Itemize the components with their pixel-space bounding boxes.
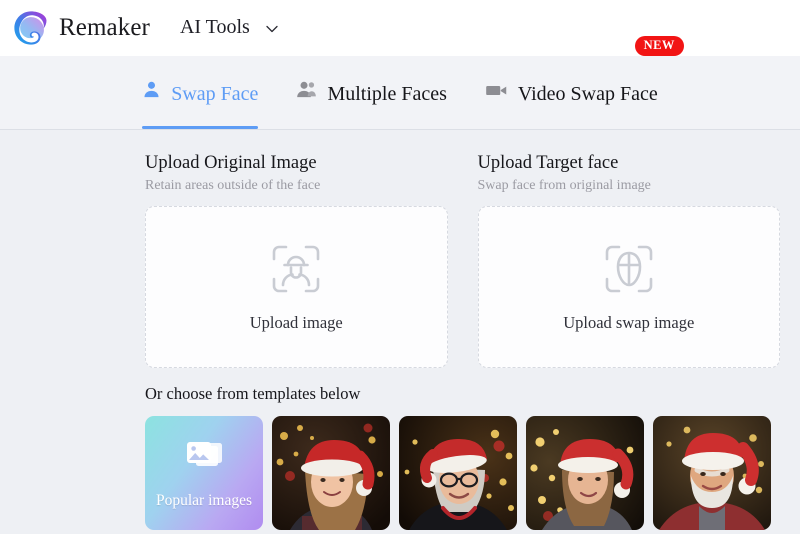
tab-video-swap-face[interactable]: Video Swap Face NEW bbox=[485, 36, 684, 129]
template-photo-4-image bbox=[653, 416, 771, 531]
chevron-down-icon bbox=[264, 20, 280, 36]
single-person-icon bbox=[142, 80, 161, 105]
template-popular-images[interactable]: Popular images bbox=[145, 416, 263, 531]
tab-label: Video Swap Face bbox=[517, 82, 658, 105]
upload-columns: Upload Original Image Retain areas outsi… bbox=[0, 152, 800, 369]
tab-wrap-video-swap-face: Video Swap Face NEW bbox=[485, 36, 684, 129]
upload-target-subtitle: Swap face from original image bbox=[477, 178, 651, 194]
tab-multiple-faces[interactable]: Multiple Faces bbox=[296, 56, 447, 129]
template-photo-4[interactable] bbox=[653, 416, 771, 531]
template-photo-1[interactable] bbox=[272, 416, 390, 531]
brand-name: Remaker bbox=[59, 13, 150, 41]
face-scan-body-icon bbox=[268, 241, 324, 297]
upload-original-dropzone[interactable]: Upload image bbox=[145, 206, 448, 369]
upload-original-subtitle: Retain areas outside of the face bbox=[145, 178, 321, 194]
ai-tools-label: AI Tools bbox=[179, 16, 250, 38]
upload-target-cta: Upload swap image bbox=[563, 313, 695, 333]
upload-original-column: Upload Original Image Retain areas outsi… bbox=[145, 152, 448, 369]
upload-original-title: Upload Original Image bbox=[145, 153, 317, 173]
tab-wrap-swap-face: Swap Face bbox=[142, 56, 259, 129]
template-photo-3[interactable] bbox=[526, 416, 644, 531]
templates-heading: Or choose from templates below bbox=[145, 384, 361, 404]
tab-label: Swap Face bbox=[171, 82, 259, 105]
template-photo-2-image bbox=[399, 416, 517, 531]
stacked-images-icon bbox=[182, 437, 226, 482]
templates-row: Popular images bbox=[145, 416, 800, 531]
template-popular-label: Popular images bbox=[156, 491, 252, 509]
tab-wrap-multiple-faces: Multiple Faces bbox=[296, 56, 447, 129]
video-camera-icon bbox=[485, 81, 508, 104]
tab-label: Multiple Faces bbox=[327, 82, 447, 105]
template-photo-1-image bbox=[272, 416, 390, 531]
template-photo-2[interactable] bbox=[399, 416, 517, 531]
upload-target-title: Upload Target face bbox=[477, 153, 619, 173]
new-badge: NEW bbox=[634, 36, 684, 56]
ai-tools-menu[interactable]: AI Tools bbox=[180, 16, 280, 39]
upload-target-dropzone[interactable]: Upload swap image bbox=[477, 206, 780, 369]
template-photo-3-image bbox=[526, 416, 644, 531]
upload-original-cta: Upload image bbox=[249, 313, 343, 333]
multiple-people-icon bbox=[296, 80, 317, 105]
main-content: Upload Original Image Retain areas outsi… bbox=[0, 130, 800, 533]
mode-tabbar: Swap Face Multiple Faces Video Swap Face… bbox=[0, 36, 800, 130]
remaker-swirl-logo-icon[interactable] bbox=[12, 9, 50, 47]
face-scan-oval-icon bbox=[601, 241, 657, 297]
tab-swap-face[interactable]: Swap Face bbox=[142, 56, 259, 129]
upload-target-column: Upload Target face Swap face from origin… bbox=[477, 152, 780, 369]
